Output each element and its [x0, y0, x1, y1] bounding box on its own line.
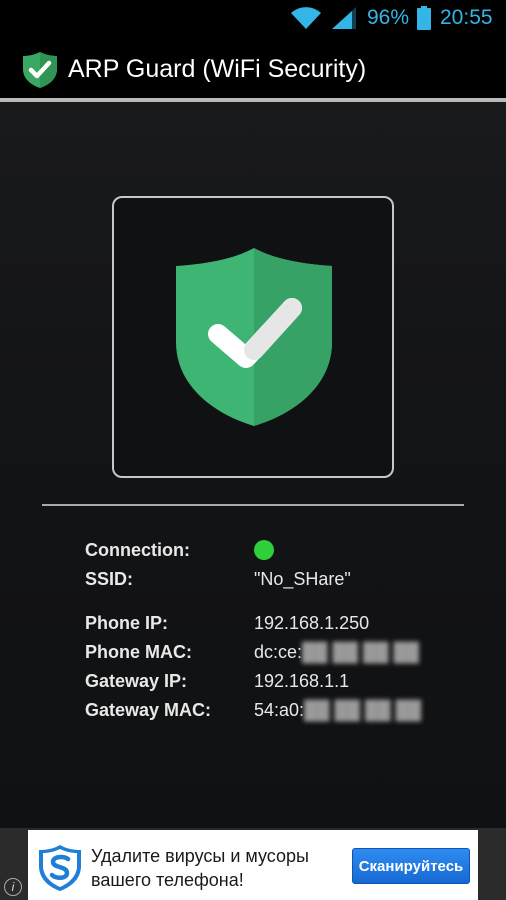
- ad-info-icon[interactable]: i: [4, 878, 22, 896]
- ssid-label: SSID:: [85, 569, 134, 589]
- gateway-mac-redacted: ██ ██ ██ ██: [304, 700, 422, 720]
- app-title: ARP Guard (WiFi Security): [68, 55, 367, 83]
- gateway-mac-label: Gateway MAC:: [85, 700, 212, 720]
- ad-text: Удалите вирусы и мусоры вашего телефона!: [91, 844, 361, 892]
- shield-protected-icon: [176, 248, 332, 426]
- battery-percent: 96%: [367, 6, 410, 29]
- phone-mac-value: dc:ce:: [254, 642, 303, 662]
- phone-ip-label: Phone IP:: [85, 613, 169, 633]
- gateway-mac-value: 54:a0:: [254, 700, 305, 720]
- connection-status-indicator: [254, 540, 274, 560]
- phone-mac-redacted: ██ ██ ██ ██: [302, 642, 420, 662]
- separator: [42, 504, 464, 506]
- shield-status-panel[interactable]: [112, 196, 394, 478]
- phone-mac-row: Phone MAC: dc:ce:██ ██ ██ ██: [85, 640, 465, 664]
- phone-mac-value-wrap: dc:ce:██ ██ ██ ██: [254, 640, 419, 664]
- ssid-row: SSID: "No_SHare": [85, 567, 465, 591]
- ad-text-line2: вашего телефона!: [91, 870, 244, 890]
- clock: 20:55: [440, 6, 493, 29]
- main-content: Connection: SSID: "No_SHare" Phone IP: 1…: [0, 102, 506, 828]
- shield-check-icon: [23, 52, 57, 88]
- scan-button[interactable]: Сканируйтесь: [352, 848, 470, 884]
- battery-icon: [417, 6, 431, 30]
- status-bar: 96% 20:55: [0, 0, 506, 36]
- signal-icon: [332, 7, 356, 29]
- connection-row: Connection:: [85, 538, 465, 562]
- gateway-ip-label: Gateway IP:: [85, 671, 188, 691]
- gateway-mac-row: Gateway MAC: 54:a0:██ ██ ██ ██: [85, 698, 465, 722]
- phone-ip-row: Phone IP: 192.168.1.250: [85, 611, 465, 635]
- phone-mac-label: Phone MAC:: [85, 642, 192, 662]
- ssid-value: "No_SHare": [254, 569, 351, 589]
- phone-ip-value: 192.168.1.250: [254, 613, 370, 633]
- shield-s-icon: [39, 845, 81, 891]
- connection-label: Connection:: [85, 540, 190, 560]
- action-bar: ARP Guard (WiFi Security): [0, 36, 506, 100]
- ad-banner[interactable]: i Удалите вирусы и мусоры вашего телефон…: [0, 828, 506, 900]
- wifi-icon: [291, 7, 321, 29]
- gateway-mac-value-wrap: 54:a0:██ ██ ██ ██: [254, 698, 421, 722]
- ad-card[interactable]: Удалите вирусы и мусоры вашего телефона!…: [28, 830, 478, 900]
- gateway-ip-value: 192.168.1.1: [254, 671, 350, 691]
- gateway-ip-row: Gateway IP: 192.168.1.1: [85, 669, 465, 693]
- ad-text-line1: Удалите вирусы и мусоры: [91, 846, 309, 866]
